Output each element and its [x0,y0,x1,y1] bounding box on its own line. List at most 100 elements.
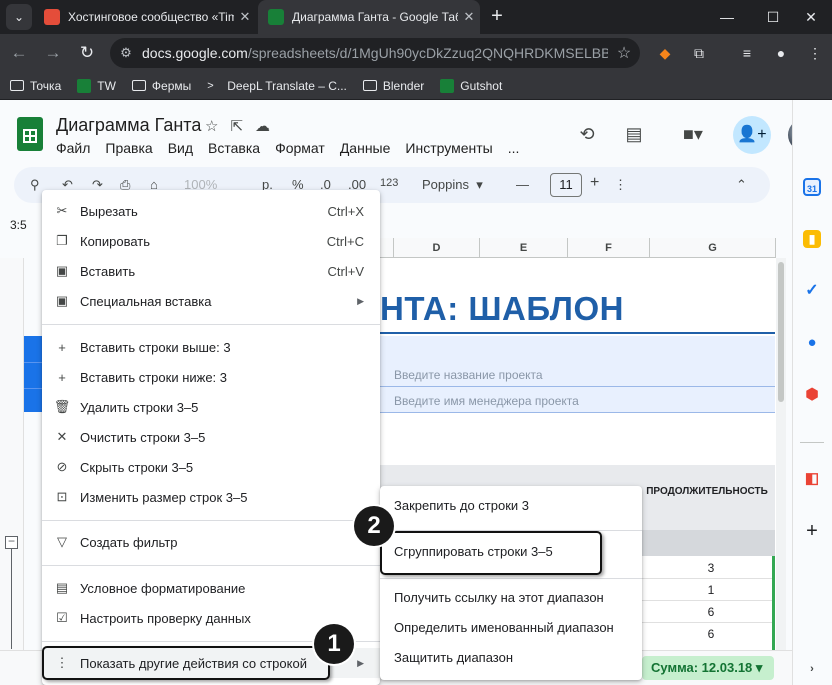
column-header-c[interactable] [380,238,394,258]
menu-item-paste[interactable]: ▣ Вставить Ctrl+V [42,256,380,286]
filter-icon: ▽ [57,534,67,549]
history-icon[interactable]: ⟲ [573,120,601,148]
bookmark-tochka[interactable]: Точка [10,79,61,93]
menu-data[interactable]: Данные [340,140,391,156]
search-menu-icon[interactable]: ⚲ [30,177,40,193]
metamask-extension-icon[interactable]: ◆ [654,42,676,64]
column-header-g[interactable]: G [650,238,776,258]
menu-item-conditional-formatting[interactable]: ▤ Условное форматирование [42,573,380,603]
menu-item-clear-rows[interactable]: ✕ Очистить строки 3–5 [42,422,380,452]
menu-item-copy[interactable]: ❐ Копировать Ctrl+C [42,226,380,256]
name-box[interactable]: 3:5 [10,218,27,232]
address-bar[interactable]: ⚙ docs.google.com/spreadsheets/d/1MgUh90… [110,38,640,68]
collapse-group-icon[interactable]: − [5,535,18,549]
addon-icon[interactable]: ◧ [803,470,821,488]
manager-name-cell[interactable]: Введите имя менеджера проекта [394,394,579,408]
paste-icon: ▣ [55,263,69,278]
tab-search-button[interactable]: ⌄ [6,4,32,30]
keep-icon[interactable]: ▮ [803,230,821,248]
window-close-button[interactable]: ✕ [790,0,832,34]
menu-item-create-filter[interactable]: ▽ Создать фильтр [42,527,380,557]
menu-item-resize-rows[interactable]: ⊡ Изменить размер строк 3–5 [42,482,380,512]
number-format-button[interactable]: 123 [380,177,398,189]
menu-item-insert-above[interactable]: + Вставить строки выше: 3 [42,332,380,362]
menu-item-insert-below[interactable]: + Вставить строки ниже: 3 [42,362,380,392]
duration-cell[interactable]: 6 [650,627,772,641]
menu-item-hide-rows[interactable]: ⊘ Скрыть строки 3–5 [42,452,380,482]
more-tools-icon[interactable]: ⋮ [614,177,627,193]
column-header-d[interactable]: D [394,238,480,258]
close-icon[interactable]: ✕ [458,9,480,25]
calendar-icon[interactable]: 31 [803,178,821,196]
trash-icon: 🗑 [53,399,71,414]
sheets-icon [440,78,455,93]
back-button[interactable]: ← [6,40,32,66]
font-size-increase-button[interactable]: + [590,174,599,192]
minimize-button[interactable]: — [704,0,750,34]
duration-cell[interactable]: 1 [650,583,772,597]
menu-format[interactable]: Формат [275,140,325,156]
menu-tools[interactable]: Инструменты [405,140,492,156]
menu-insert[interactable]: Вставка [208,140,260,156]
share-button[interactable]: 👤+ [733,116,771,154]
media-control-icon[interactable]: ≡ [736,42,758,64]
submenu-item-freeze[interactable]: Закрепить до строки 3 [394,498,529,513]
bookmark-blender[interactable]: Blender [362,79,424,93]
chrome-menu-icon[interactable]: ⋮ [804,42,826,64]
bookmark-tw[interactable]: TW [77,78,116,93]
profile-avatar-icon[interactable]: ● [770,42,792,64]
submenu-item-get-link[interactable]: Получить ссылку на этот диапазон [394,590,604,605]
get-addons-icon[interactable]: + [803,521,821,541]
folder-icon [131,80,146,91]
tab-gantt[interactable]: Диаграмма Ганта - Google Таб ✕ [258,0,480,34]
bookmark-fermy[interactable]: Фермы [131,79,191,93]
submenu-item-protect-range[interactable]: Защитить диапазон [394,650,513,665]
sum-indicator[interactable]: Сумма: 12.03.18 ▾ [642,656,774,680]
tab-hosting[interactable]: Хостинговое сообщество «Tim ✕ [34,0,256,34]
duration-cell[interactable]: 6 [650,605,772,619]
column-header-e[interactable]: E [480,238,568,258]
forward-button[interactable]: → [40,40,66,66]
bookmark-gutshot[interactable]: Gutshot [440,78,502,93]
menu-item-delete-rows[interactable]: 🗑 Удалить строки 3–5 [42,392,380,422]
folder-icon [10,80,24,91]
collapse-menus-icon[interactable]: ⌃ [736,177,747,193]
contacts-icon[interactable]: ● [803,334,821,352]
hide-panel-icon[interactable]: › [803,660,821,678]
font-size-input[interactable]: 11 [550,173,582,197]
close-icon[interactable]: ✕ [234,9,256,25]
meet-icon[interactable]: ■▾ [672,120,714,148]
move-folder-icon[interactable]: ⇱ [230,117,243,135]
row-header-3[interactable] [24,336,42,362]
menu-item-cut[interactable]: ✂ Вырезать Ctrl+X [42,196,380,226]
menu-edit[interactable]: Правка [105,140,152,156]
reload-button[interactable]: ↻ [74,40,100,66]
extensions-puzzle-icon[interactable]: ⧉ [688,42,710,64]
sheets-logo-icon[interactable] [17,117,43,151]
bookmark-star-icon[interactable]: ☆ [608,43,640,63]
comments-icon[interactable]: ▤ [620,120,648,148]
site-info-icon[interactable]: ⚙ [110,45,142,61]
menu-file[interactable]: Файл [56,140,90,156]
submenu-item-named-range[interactable]: Определить именованный диапазон [394,620,614,635]
clear-icon: ✕ [56,429,68,444]
cloud-status-icon[interactable]: ☁ [255,117,270,135]
column-header-f[interactable]: F [568,238,650,258]
project-name-cell[interactable]: Введите название проекта [394,368,543,382]
new-tab-button[interactable]: + [484,4,510,30]
menu-divider [42,565,380,566]
star-icon[interactable]: ☆ [205,117,218,135]
menu-item-paste-special[interactable]: ▣ Специальная вставка ▶ [42,286,380,316]
duration-cell[interactable]: 3 [650,561,772,575]
menu-more[interactable]: ... [508,140,520,156]
bookmark-deepl[interactable]: > DeepL Translate – С... [207,79,347,93]
row-header-4[interactable] [24,362,42,388]
menu-view[interactable]: Вид [168,140,193,156]
doc-title[interactable]: Диаграмма Ганта [56,115,201,136]
tasks-icon[interactable]: ✓ [803,282,821,300]
font-select[interactable]: Poppins ▾ [422,177,483,193]
scrollbar-thumb[interactable] [778,262,784,402]
maps-icon[interactable]: ⬢ [803,386,821,404]
row-header-5[interactable] [24,388,42,412]
font-size-decrease-button[interactable]: — [516,177,529,192]
